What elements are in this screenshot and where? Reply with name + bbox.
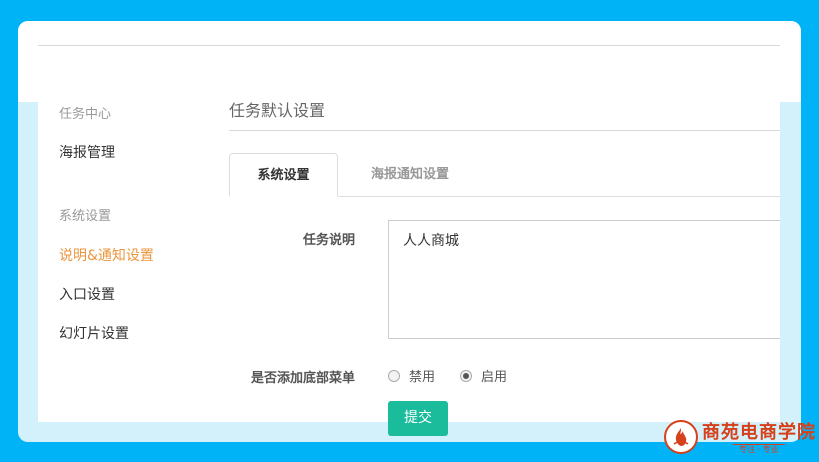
logo-text-block: 商苑电商学院 专注 · 专业 [702,418,816,455]
radio-enable-label: 启用 [481,370,508,385]
flame-icon [673,427,689,446]
sidebar-item-notice-settings[interactable]: 说明&通知设置 [59,245,154,265]
sidebar-item-slides-settings[interactable]: 幻灯片设置 [59,323,129,343]
logo-main-text: 商苑电商学院 [702,422,816,443]
tab-poster-notice-settings[interactable]: 海报通知设置 [360,153,460,197]
task-description-label: 任务说明 [302,233,355,248]
bottom-menu-label: 是否添加底部菜单 [250,371,355,386]
logo-emblem-icon [664,419,698,454]
watermark-logo: 商苑电商学院 专注 · 专业 [664,418,816,455]
sidebar-item-poster[interactable]: 海报管理 [59,142,115,162]
title-divider [229,130,780,131]
logo-sub-text: 专注 · 专业 [733,444,785,455]
header-divider [38,45,780,46]
submit-button[interactable]: 提交 [388,401,448,436]
sidebar-item-entry-settings[interactable]: 入口设置 [59,284,115,304]
radio-option-enable[interactable]: 启用 [460,366,507,385]
radio-disable-label: 禁用 [409,370,436,385]
radio-enable-circle[interactable] [460,369,472,382]
sidebar-group-system-settings: 系统设置 [59,209,112,224]
tab-system-settings[interactable]: 系统设置 [229,153,338,197]
radio-option-disable[interactable]: 禁用 [388,366,435,385]
page-title: 任务默认设置 [229,101,326,120]
task-description-textarea[interactable]: 人人商城 [388,220,780,339]
sidebar-group-task-center: 任务中心 [59,107,112,122]
main-card: 任务中心 海报管理 系统设置 说明&通知设置 入口设置 幻灯片设置 任务默认设置… [18,21,801,442]
radio-disable-circle[interactable] [388,369,400,382]
content-panel: 任务中心 海报管理 系统设置 说明&通知设置 入口设置 幻灯片设置 任务默认设置… [38,65,780,436]
